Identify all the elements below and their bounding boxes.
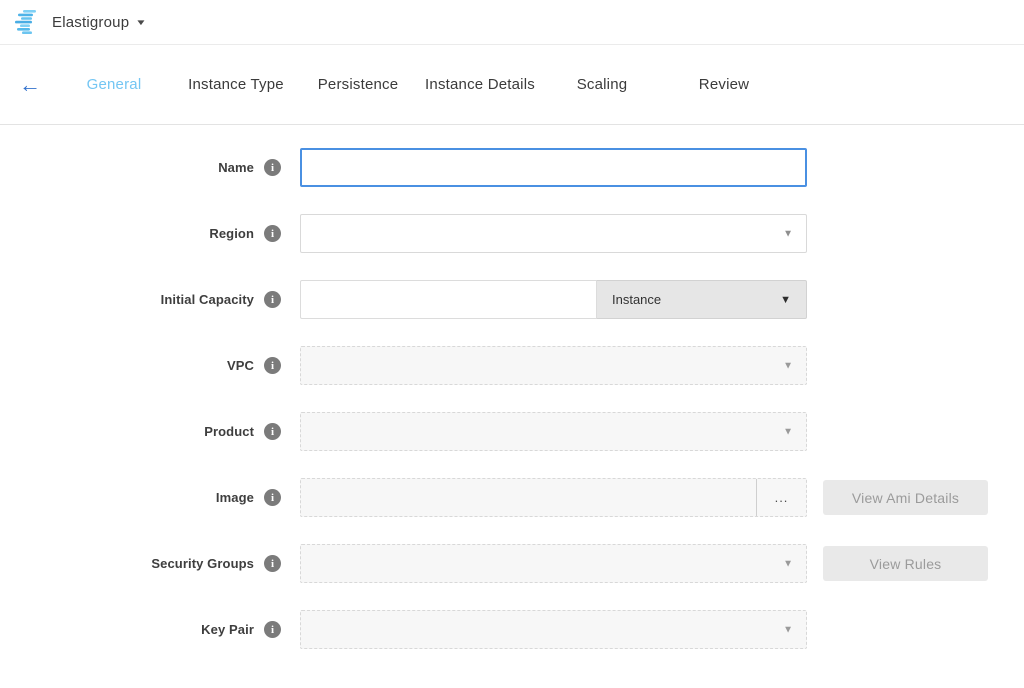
capacity-unit-select[interactable]: Instance ▼ <box>597 280 807 319</box>
region-label: Region <box>209 226 254 241</box>
key-pair-label: Key Pair <box>201 622 254 637</box>
back-arrow-icon[interactable]: ← <box>19 74 41 96</box>
image-row: Image i ... View Ami Details <box>0 478 1024 517</box>
capacity-unit-value: Instance <box>612 292 661 307</box>
image-browse-button[interactable]: ... <box>757 479 806 516</box>
security-groups-row: Security Groups i ▼ View Rules <box>0 544 1024 583</box>
image-value-area <box>301 479 756 516</box>
info-icon[interactable]: i <box>264 621 281 638</box>
info-icon[interactable]: i <box>264 159 281 176</box>
key-pair-select-disabled: ▼ <box>300 610 807 649</box>
product-label: Product <box>204 424 254 439</box>
chevron-down-icon: ▼ <box>783 360 793 371</box>
image-input-disabled: ... <box>300 478 807 517</box>
view-ami-details-button[interactable]: View Ami Details <box>823 480 988 515</box>
name-label: Name <box>218 160 254 175</box>
initial-capacity-input[interactable] <box>300 280 597 319</box>
initial-capacity-row: Initial Capacity i Instance ▼ <box>0 280 1024 319</box>
product-row: Product i ▼ <box>0 412 1024 451</box>
security-groups-select-disabled: ▼ <box>300 544 807 583</box>
vpc-select-disabled: ▼ <box>300 346 807 385</box>
info-icon[interactable]: i <box>264 555 281 572</box>
tab-review[interactable]: Review <box>663 76 785 93</box>
info-icon[interactable]: i <box>264 291 281 308</box>
info-icon[interactable]: i <box>264 357 281 374</box>
name-row: Name i <box>0 148 1024 187</box>
tab-instance-type[interactable]: Instance Type <box>175 76 297 93</box>
product-select-disabled: ▼ <box>300 412 807 451</box>
chevron-down-icon: ▼ <box>783 558 793 569</box>
chevron-down-icon: ▼ <box>780 294 791 306</box>
general-settings-form: Name i Region i ▼ Initial Capacity i Ins… <box>0 125 1024 649</box>
wizard-tab-bar: ← General Instance Type Persistence Inst… <box>0 45 1024 125</box>
image-label: Image <box>216 490 254 505</box>
wizard-tabs: General Instance Type Persistence Instan… <box>53 76 785 93</box>
security-groups-label: Security Groups <box>151 556 254 571</box>
chevron-down-icon: ▼ <box>783 228 793 239</box>
region-select[interactable]: ▼ <box>300 214 807 253</box>
info-icon[interactable]: i <box>264 225 281 242</box>
chevron-down-icon: ▼ <box>783 624 793 635</box>
elastigroup-app-switcher[interactable]: Elastigroup ▼ <box>14 10 145 34</box>
initial-capacity-label: Initial Capacity <box>161 292 254 307</box>
tab-scaling[interactable]: Scaling <box>541 76 663 93</box>
tab-persistence[interactable]: Persistence <box>297 76 419 93</box>
view-rules-button[interactable]: View Rules <box>823 546 988 581</box>
info-icon[interactable]: i <box>264 489 281 506</box>
region-row: Region i ▼ <box>0 214 1024 253</box>
info-icon[interactable]: i <box>264 423 281 440</box>
vpc-row: VPC i ▼ <box>0 346 1024 385</box>
chevron-down-icon: ▼ <box>783 426 793 437</box>
name-input[interactable] <box>300 148 807 187</box>
vpc-label: VPC <box>227 358 254 373</box>
tab-instance-details[interactable]: Instance Details <box>419 76 541 93</box>
tab-general[interactable]: General <box>53 76 175 93</box>
chevron-down-icon: ▼ <box>135 18 147 27</box>
app-name: Elastigroup <box>52 14 129 31</box>
top-bar: Elastigroup ▼ <box>0 0 1024 45</box>
elastigroup-logo-icon <box>14 10 41 34</box>
key-pair-row: Key Pair i ▼ <box>0 610 1024 649</box>
